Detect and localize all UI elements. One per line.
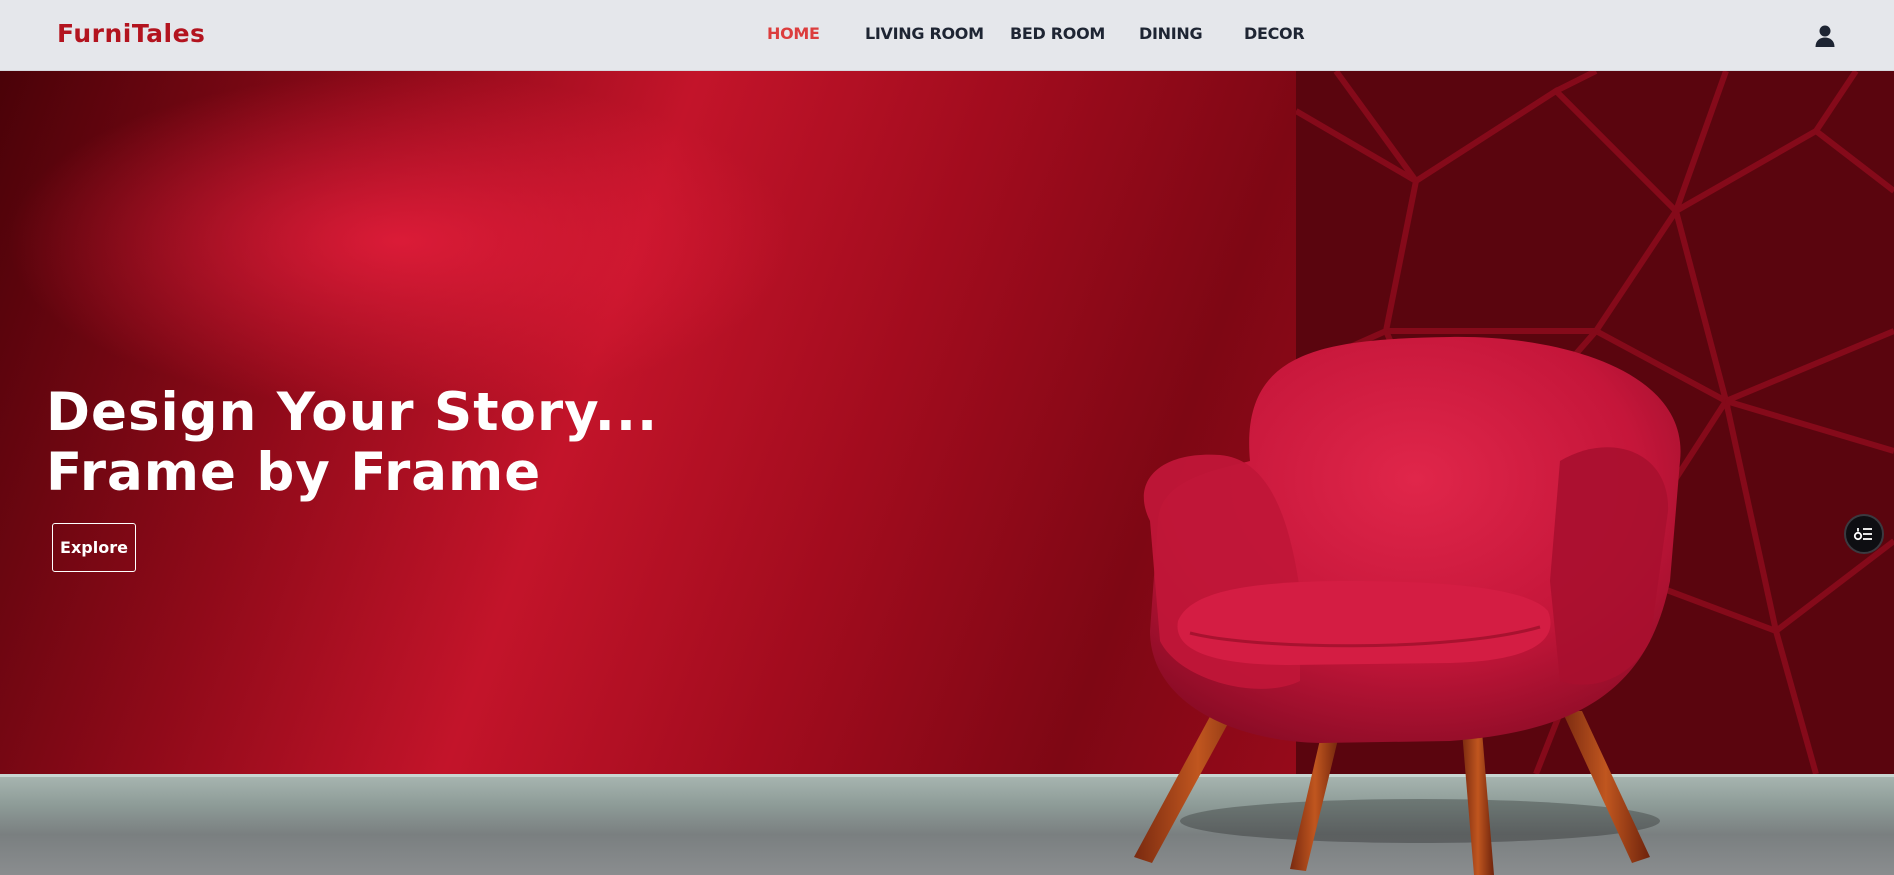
red-armchair-image: [1134, 336, 1681, 875]
side-filter-widget[interactable]: [1844, 514, 1884, 554]
user-account-button[interactable]: [1812, 23, 1838, 49]
explore-button[interactable]: Explore: [52, 523, 136, 572]
hero-headline-line-1: Design Your Story...: [46, 382, 659, 443]
nav-link-home[interactable]: HOME: [767, 24, 820, 43]
nav-item-dining: DINING: [1139, 24, 1203, 43]
nav-item-home: HOME: [767, 24, 820, 43]
nav-link-living-room[interactable]: LIVING ROOM: [865, 24, 984, 43]
hero-banner: Design Your Story... Frame by Frame Expl…: [0, 71, 1894, 875]
brand-logo[interactable]: FurniTales: [57, 19, 205, 48]
filter-list-icon: [1853, 528, 1872, 541]
hero-headline: Design Your Story... Frame by Frame: [46, 383, 658, 503]
top-navbar: FurniTales HOME LIVING ROOM BED ROOM DIN…: [0, 0, 1894, 71]
nav-item-decor: DECOR: [1244, 24, 1305, 43]
hero-headline-line-2: Frame by Frame: [46, 442, 542, 503]
nav-item-bed-room: BED ROOM: [1010, 24, 1105, 43]
nav-link-decor[interactable]: DECOR: [1244, 24, 1305, 43]
user-icon: [1815, 25, 1835, 47]
nav-link-dining[interactable]: DINING: [1139, 24, 1203, 43]
nav-link-bed-room[interactable]: BED ROOM: [1010, 24, 1105, 43]
nav-item-living-room: LIVING ROOM: [865, 24, 984, 43]
